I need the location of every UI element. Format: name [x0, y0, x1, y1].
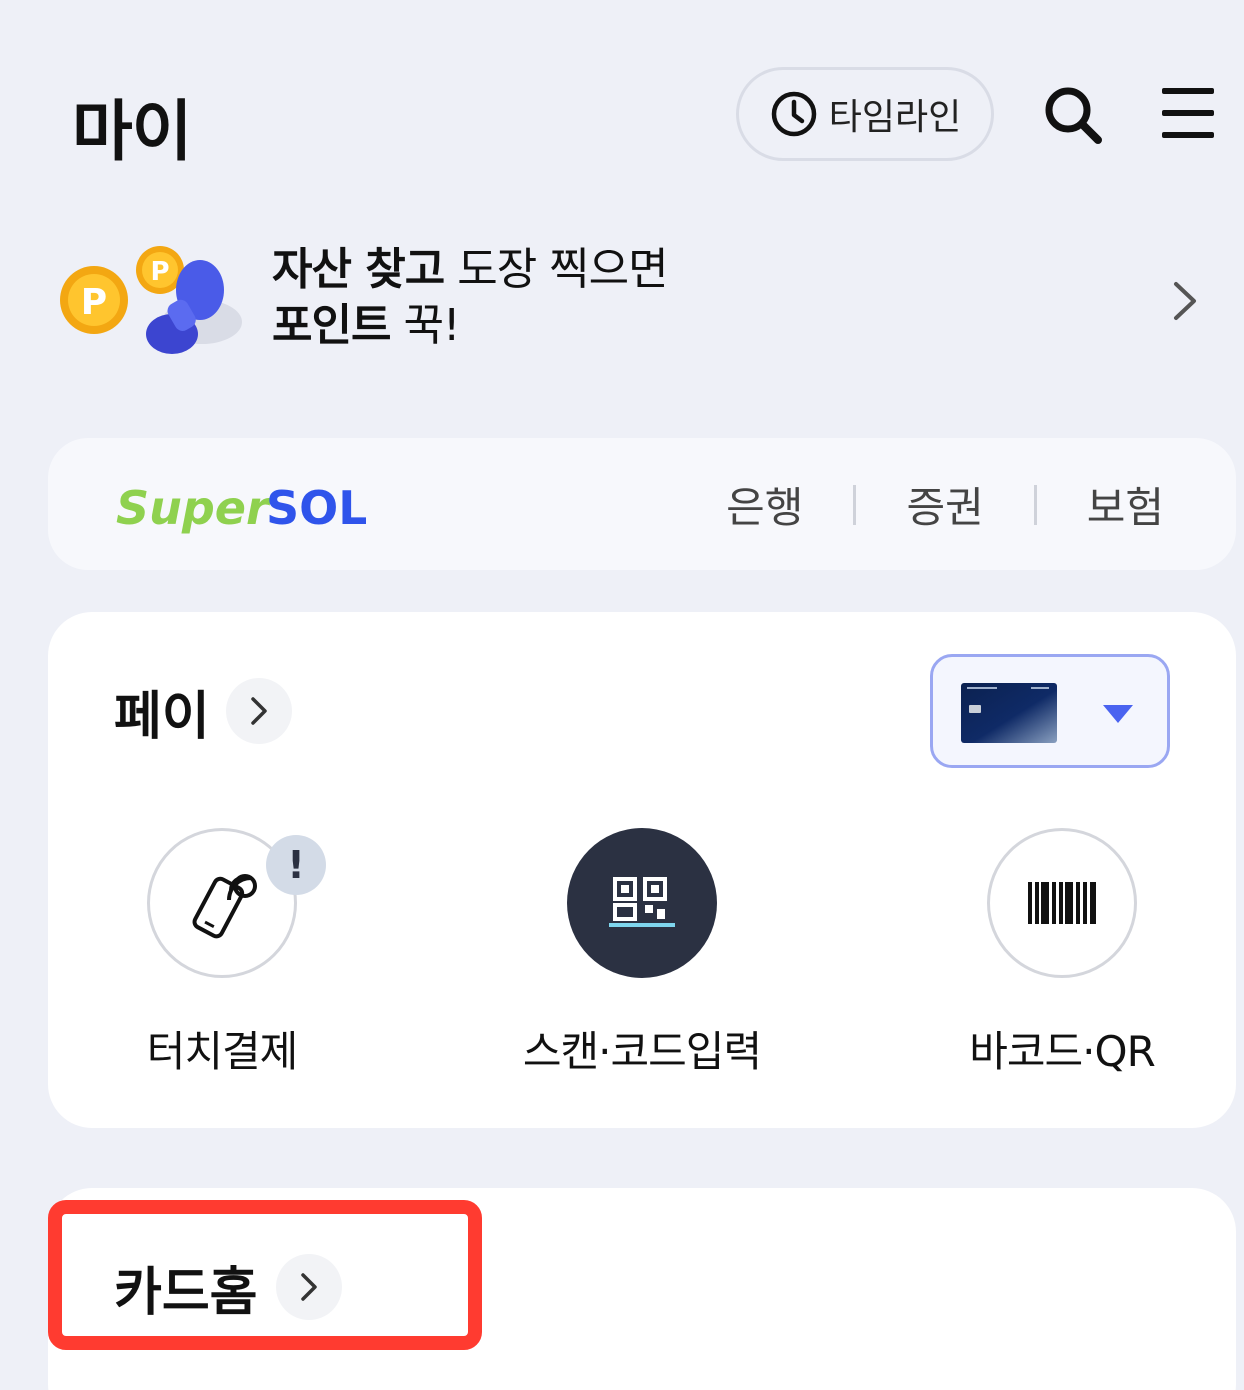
svg-text:Super: Super — [116, 481, 272, 535]
promo-line2-bold: 포인트 — [272, 300, 391, 351]
alert-badge: ! — [266, 835, 326, 895]
link-bank[interactable]: 은행 — [676, 474, 853, 535]
svg-text:P: P — [150, 257, 169, 287]
stamp-coins-icon: P P — [60, 246, 242, 354]
my-page: 마이 타임라인 P P 자산 찾고 도장 찍으면 포인트 꾹! Super SO… — [0, 0, 1244, 1390]
svg-text:P: P — [81, 282, 107, 323]
supersol-logo: Super SOL — [116, 481, 366, 535]
link-securities[interactable]: 증권 — [856, 474, 1033, 535]
promo-line1-bold: 자산 찾고 — [272, 244, 445, 295]
promo-line2: 꾹! — [390, 300, 460, 351]
qr-scan-icon — [609, 877, 675, 927]
pay-more-button[interactable] — [226, 678, 292, 744]
barcode-circle[interactable] — [987, 828, 1137, 978]
phone-nfc-icon — [192, 874, 257, 939]
pay-title[interactable]: 페이 — [114, 674, 210, 749]
svg-text:SOL: SOL — [266, 481, 366, 535]
search-icon[interactable] — [1040, 82, 1106, 148]
credit-card-thumbnail — [961, 683, 1057, 743]
promo-line1: 도장 찍으면 — [444, 244, 668, 295]
link-insurance[interactable]: 보험 — [1037, 474, 1164, 535]
hamburger-menu-icon[interactable] — [1158, 84, 1218, 142]
timeline-label: 타임라인 — [828, 97, 962, 138]
promo-banner[interactable]: P P 자산 찾고 도장 찍으면 포인트 꾹! — [48, 220, 1228, 380]
card-selector-dropdown[interactable] — [930, 654, 1170, 768]
supersol-bar: Super SOL 은행 증권 보험 — [48, 438, 1236, 570]
pay-action-touch[interactable]: ! 터치결제 — [72, 828, 372, 1079]
scan-circle[interactable] — [567, 828, 717, 978]
promo-text: 자산 찾고 도장 찍으면 포인트 꾹! — [272, 242, 669, 354]
chevron-right-icon — [1174, 282, 1196, 320]
highlight-annotation-box — [48, 1200, 482, 1350]
barcode-icon — [1028, 882, 1096, 924]
caret-down-icon — [1103, 705, 1133, 723]
scan-label: 스캔·코드입력 — [522, 1027, 762, 1076]
chevron-right-icon — [251, 697, 267, 725]
page-title: 마이 — [72, 93, 192, 170]
pay-card: 페이 ! 터치결제 스캔·코드입력 바코드·QR — [48, 612, 1236, 1128]
pay-action-barcode[interactable]: 바코드·QR — [912, 828, 1212, 1079]
pay-action-scan[interactable]: 스캔·코드입력 — [492, 828, 792, 1079]
clock-icon — [771, 91, 816, 137]
supersol-links: 은행 증권 보험 — [676, 474, 1164, 535]
barcode-label: 바코드·QR — [969, 1027, 1156, 1076]
timeline-button[interactable]: 타임라인 — [736, 67, 994, 161]
touch-pay-label: 터치결제 — [146, 1027, 299, 1076]
touch-pay-circle[interactable]: ! — [147, 828, 326, 978]
